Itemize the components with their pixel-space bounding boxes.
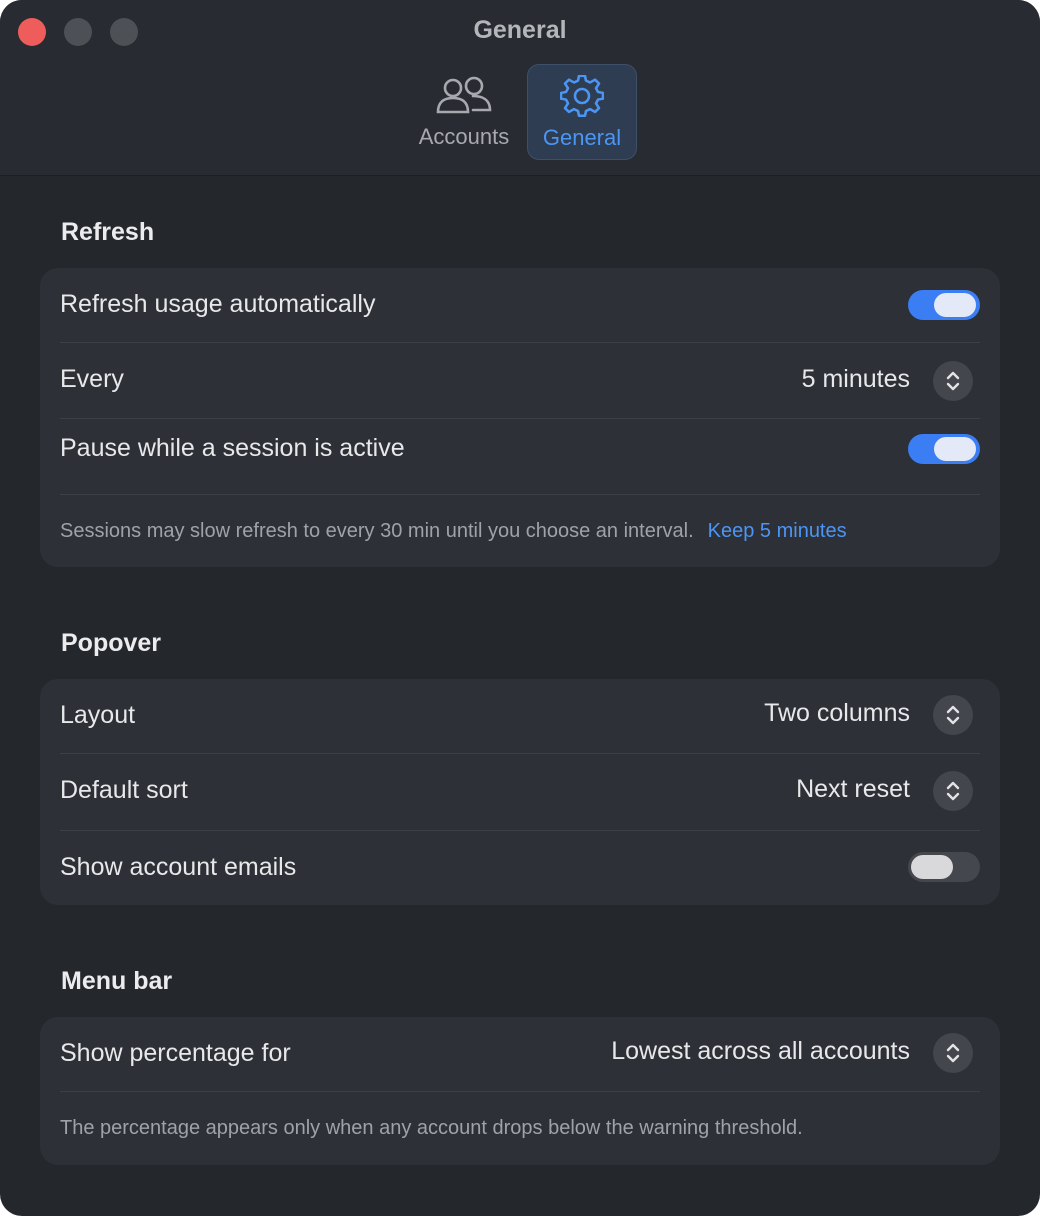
menubar-footnote: The percentage appears only when any acc…	[60, 1117, 803, 1139]
tab-accounts[interactable]: Accounts	[408, 64, 520, 160]
pause-session-toggle[interactable]	[908, 434, 980, 464]
refresh-interval-value: 5 minutes	[801, 365, 910, 393]
refresh-auto-row: Refresh usage automatically	[60, 268, 980, 342]
popover-section-title: Popover	[61, 629, 162, 657]
default-sort-row: Default sort Next reset	[60, 754, 980, 830]
settings-content: Refresh Refresh usage automatically Ever…	[0, 176, 1040, 1216]
chevron-up-down-icon	[933, 771, 973, 811]
default-sort-value: Next reset	[796, 775, 910, 803]
default-sort-select[interactable]: Next reset	[673, 771, 973, 811]
pause-session-row: Pause while a session is active	[60, 419, 980, 494]
divider	[60, 1091, 980, 1092]
show-emails-row: Show account emails	[60, 831, 980, 905]
tab-general[interactable]: General	[527, 64, 637, 160]
refresh-section-title: Refresh	[61, 218, 155, 246]
refresh-interval-select[interactable]: 5 minutes	[733, 361, 973, 401]
settings-window: General Accounts General Refresh Refresh…	[0, 0, 1040, 1216]
toolbar: General Accounts General	[0, 0, 1040, 176]
chevron-up-down-icon	[933, 1033, 973, 1073]
tab-general-label: General	[542, 125, 622, 150]
show-emails-toggle[interactable]	[908, 852, 980, 882]
layout-value: Two columns	[764, 699, 910, 727]
layout-select[interactable]: Two columns	[673, 695, 973, 735]
refresh-every-row: Every 5 minutes	[60, 343, 980, 419]
layout-label: Layout	[60, 701, 136, 729]
refresh-card: Refresh usage automatically Every 5 minu…	[40, 268, 1000, 567]
refresh-auto-label: Refresh usage automatically	[60, 290, 376, 318]
show-emails-label: Show account emails	[60, 853, 297, 881]
show-percentage-select[interactable]: Lowest across all accounts	[553, 1033, 973, 1073]
refresh-footnote-text: Sessions may slow refresh to every 30 mi…	[60, 520, 694, 542]
refresh-footnote: Sessions may slow refresh to every 30 mi…	[60, 520, 847, 543]
keep-interval-link[interactable]: Keep 5 minutes	[708, 520, 847, 542]
refresh-auto-toggle[interactable]	[908, 290, 980, 320]
pause-session-label: Pause while a session is active	[60, 434, 405, 462]
window-title: General	[473, 16, 567, 44]
chevron-up-down-icon	[933, 695, 973, 735]
show-percentage-value: Lowest across all accounts	[611, 1037, 910, 1065]
refresh-every-label: Every	[60, 365, 124, 393]
divider	[60, 494, 980, 495]
people-icon	[435, 74, 493, 123]
default-sort-label: Default sort	[60, 776, 188, 804]
tab-accounts-label: Accounts	[418, 124, 510, 149]
chevron-up-down-icon	[933, 361, 973, 401]
show-percentage-label: Show percentage for	[60, 1039, 291, 1067]
menubar-card: Show percentage for Lowest across all ac…	[40, 1017, 1000, 1165]
layout-row: Layout Two columns	[60, 679, 980, 753]
menubar-section-title: Menu bar	[61, 967, 173, 995]
popover-card: Layout Two columns Default sort Next res…	[40, 679, 1000, 905]
show-percentage-row: Show percentage for Lowest across all ac…	[60, 1017, 980, 1091]
gear-icon	[559, 74, 605, 124]
